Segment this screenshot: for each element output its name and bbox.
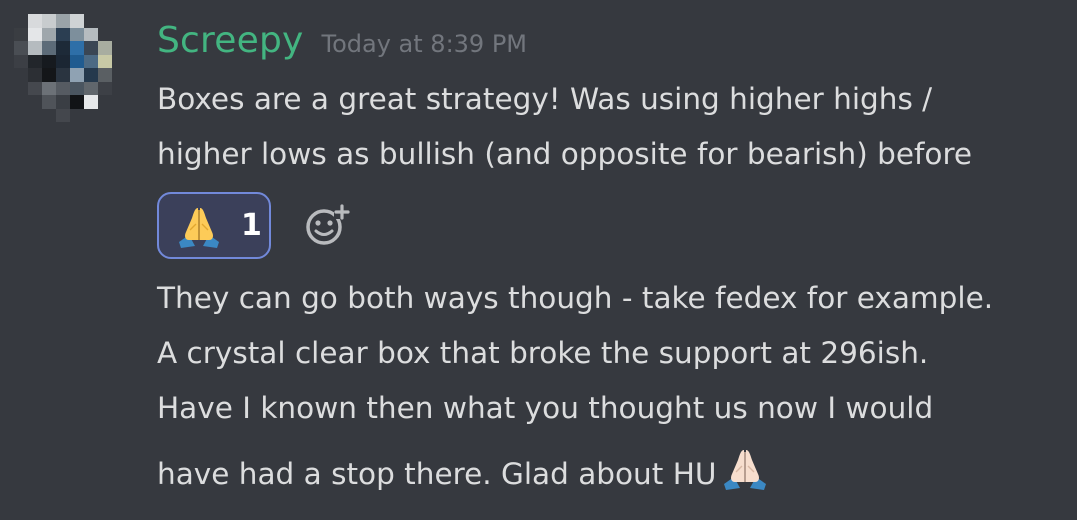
reaction-button[interactable]: 1	[157, 192, 271, 259]
message-text-line: A crystal clear box that broke the suppo…	[157, 336, 929, 370]
message-text-line: Have I known then what you thought us no…	[157, 391, 934, 425]
username[interactable]: Screepy	[157, 20, 304, 61]
folded-hands-light-icon	[724, 450, 767, 490]
add-reaction-icon[interactable]	[303, 202, 351, 248]
timestamp[interactable]: Today at 8:39 PM	[322, 30, 528, 58]
avatar[interactable]	[14, 14, 126, 122]
reaction-count: 1	[241, 208, 262, 243]
folded-hands-icon	[179, 207, 219, 248]
message-text-line: They can go both ways though - take fede…	[157, 281, 994, 315]
message-text-line: Boxes are a great strategy! Was using hi…	[157, 82, 933, 116]
chat-message: Screepy Today at 8:39 PM Boxes are a gre…	[0, 0, 1077, 520]
message-header: Screepy Today at 8:39 PM	[157, 20, 527, 70]
message-text-line-last: have had a stop there. Glad about HU	[157, 446, 770, 492]
message-text: have had a stop there. Glad about HU	[157, 457, 717, 491]
message-text-line: higher lows as bullish (and opposite for…	[157, 137, 973, 171]
